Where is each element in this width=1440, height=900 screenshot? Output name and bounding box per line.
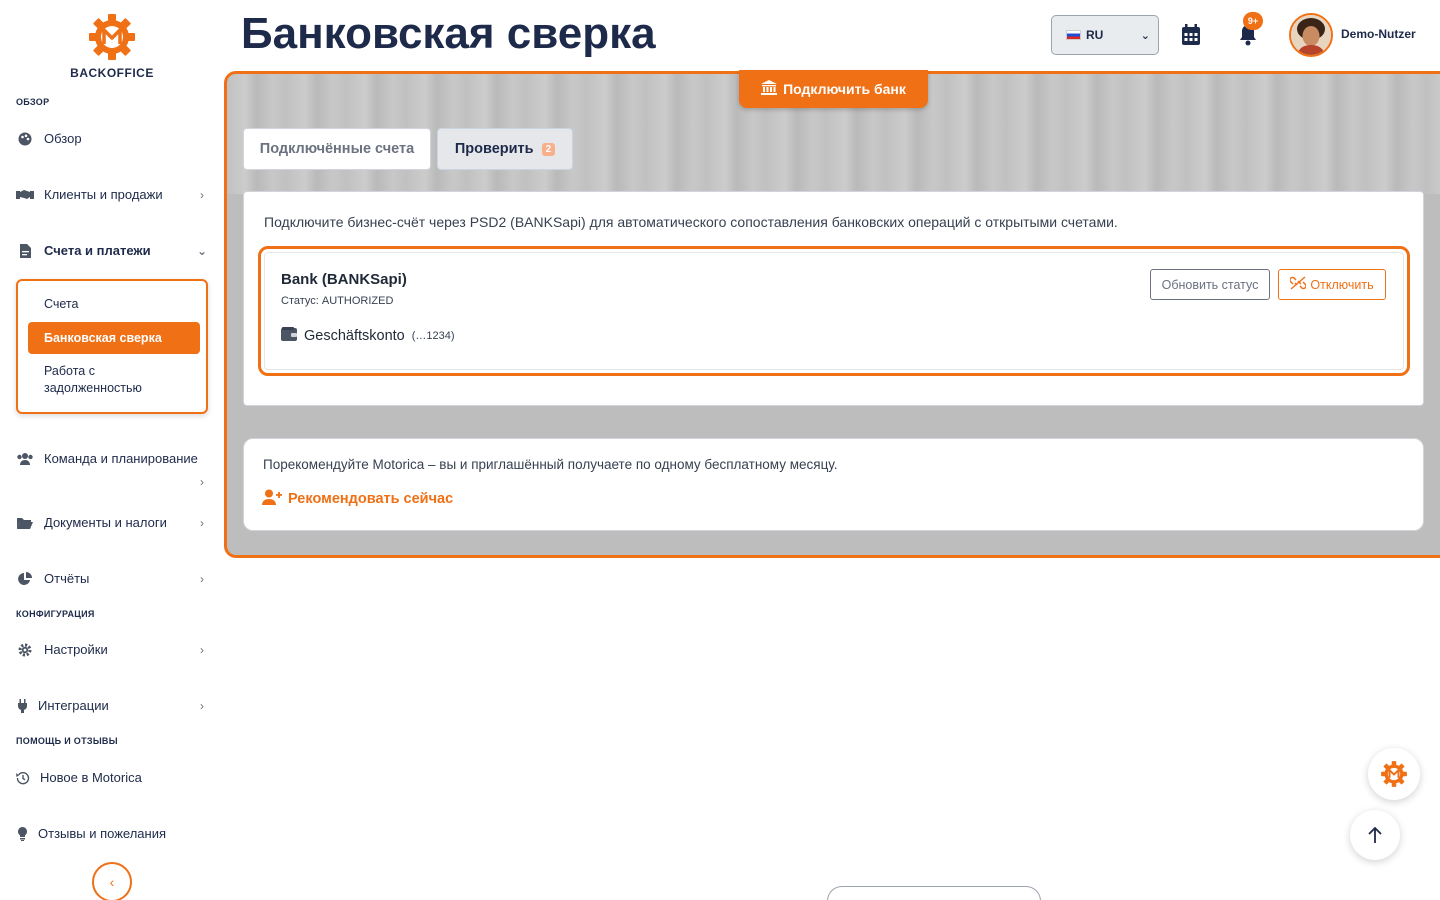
folder-open-icon xyxy=(16,516,34,530)
motorica-gear-logo-icon xyxy=(89,14,135,60)
section-config: КОНФИГУРАЦИЯ xyxy=(16,609,95,619)
chevron-right-icon: › xyxy=(200,642,204,657)
history-icon xyxy=(16,771,30,785)
sidebar-item-label: Интеграции xyxy=(38,698,109,713)
refresh-status-button[interactable]: Обновить статус xyxy=(1150,269,1270,300)
chevron-right-icon: › xyxy=(200,515,204,530)
arrow-up-icon xyxy=(1368,827,1382,843)
unlink-icon xyxy=(1289,276,1308,293)
sidebar-item-label: Настройки xyxy=(44,642,108,657)
referral-card xyxy=(243,438,1424,531)
submenu-invoices: Счета Банковская сверка Работа с задолже… xyxy=(16,279,208,414)
chevron-down-icon: ⌄ xyxy=(196,243,208,258)
account-name: Geschäftskonto xyxy=(304,328,405,344)
plug-icon xyxy=(16,698,28,713)
tab-connected-accounts[interactable]: Подключённые счета xyxy=(243,128,431,170)
subitem-debts[interactable]: Работа с задолженностью xyxy=(28,363,200,397)
palette-icon xyxy=(16,132,34,146)
calendar-icon[interactable] xyxy=(1181,24,1201,51)
chevron-right-icon: › xyxy=(200,571,204,586)
sidebar-item-label: Отчёты xyxy=(44,571,90,586)
language-select[interactable]: RU ⌄ xyxy=(1051,15,1159,55)
sidebar-item-label: Счета и платежи xyxy=(44,243,151,258)
collapse-sidebar-button[interactable]: ‹ xyxy=(92,862,132,900)
user-plus-icon xyxy=(262,489,282,509)
disconnect-button[interactable]: Отключить xyxy=(1278,269,1386,300)
refresh-status-label: Обновить статус xyxy=(1161,277,1259,292)
bank-icon xyxy=(761,80,778,98)
sidebar-item-team[interactable]: Команда и планирование xyxy=(16,451,208,466)
tab-label: Проверить xyxy=(454,141,534,157)
sidebar-item-label: Отзывы и пожелания xyxy=(38,826,167,841)
logo-text: BACKOFFICE xyxy=(70,66,154,80)
referral-link-label: Рекомендовать сейчас xyxy=(288,491,454,507)
connect-bank-label: Подключить банк xyxy=(783,81,906,97)
sidebar: BACKOFFICE ОБЗОР Обзор Клиенты и продажи… xyxy=(0,0,224,900)
referral-text: Порекомендуйте Motorica – вы и приглашён… xyxy=(263,457,838,472)
subitem-bills[interactable]: Счета xyxy=(28,297,200,311)
section-overview: ОБЗОР xyxy=(16,97,50,107)
sidebar-item-feedback[interactable]: Отзывы и пожелания xyxy=(16,826,208,841)
invoice-icon xyxy=(16,243,34,258)
bank-name: Bank (BANKSapi) xyxy=(281,271,407,288)
handshake-icon xyxy=(16,188,34,202)
sidebar-item-team-chevron[interactable]: › xyxy=(16,475,208,489)
sidebar-item-invoices[interactable]: Счета и платежи ⌄ xyxy=(16,243,208,258)
sidebar-item-label: Обзор xyxy=(44,131,82,146)
sidebar-item-integrations[interactable]: Интеграции › xyxy=(16,698,208,713)
lightbulb-icon xyxy=(16,826,28,841)
bank-status: Статус: AUTHORIZED xyxy=(281,295,394,307)
user-name[interactable]: Demo-Nutzer xyxy=(1341,27,1416,41)
wallet-icon xyxy=(281,327,297,345)
intro-text: Подключите бизнес-счёт через PSD2 (BANKS… xyxy=(264,214,1118,230)
assistant-button[interactable] xyxy=(1368,748,1420,800)
chevron-right-icon: › xyxy=(200,475,204,489)
gear-icon xyxy=(16,643,34,657)
tab-label: Подключённые счета xyxy=(259,141,415,157)
users-icon xyxy=(16,451,34,465)
sidebar-item-overview[interactable]: Обзор xyxy=(16,131,208,146)
sidebar-item-label: Клиенты и продажи xyxy=(44,187,163,202)
logo[interactable]: BACKOFFICE xyxy=(0,12,224,80)
language-value: RU xyxy=(1086,28,1104,42)
chevron-right-icon: › xyxy=(200,698,204,713)
sidebar-item-label: Команда и планирование xyxy=(44,451,198,466)
connect-bank-button[interactable]: Подключить банк xyxy=(739,70,928,108)
notifications-badge: 9+ xyxy=(1243,12,1263,30)
scroll-top-button[interactable] xyxy=(1350,810,1400,860)
disconnect-label: Отключить xyxy=(1310,277,1374,292)
sidebar-item-clients[interactable]: Клиенты и продажи › xyxy=(16,187,208,202)
flag-ru-icon xyxy=(1066,30,1081,40)
bank-account: Geschäftskonto (…1234) xyxy=(281,327,455,345)
account-number: (…1234) xyxy=(411,330,455,342)
referral-link[interactable]: Рекомендовать сейчас xyxy=(262,489,453,509)
chevron-left-icon: ‹ xyxy=(109,874,115,890)
chevron-right-icon: › xyxy=(200,187,204,202)
pie-chart-icon xyxy=(16,571,34,586)
sidebar-item-news[interactable]: Новое в Motorica xyxy=(16,770,208,785)
tab-count-badge: 2 xyxy=(541,142,556,156)
avatar[interactable] xyxy=(1289,13,1333,57)
chevron-down-icon: ⌄ xyxy=(1140,29,1150,42)
motorica-gear-icon xyxy=(1381,761,1407,787)
section-help: ПОМОЩЬ И ОТЗЫВЫ xyxy=(16,736,118,746)
page-title: Банковская сверка xyxy=(241,9,656,58)
tab-check[interactable]: Проверить 2 xyxy=(437,128,573,170)
sidebar-item-label: Документы и налоги xyxy=(44,515,167,530)
sidebar-item-reports[interactable]: Отчёты › xyxy=(16,571,208,586)
sidebar-item-documents[interactable]: Документы и налоги › xyxy=(16,515,208,530)
bottom-pill[interactable] xyxy=(827,886,1041,900)
sidebar-item-label: Новое в Motorica xyxy=(40,770,142,785)
sidebar-item-settings[interactable]: Настройки › xyxy=(16,642,208,657)
subitem-bank-reconciliation[interactable]: Банковская сверка xyxy=(28,322,200,354)
